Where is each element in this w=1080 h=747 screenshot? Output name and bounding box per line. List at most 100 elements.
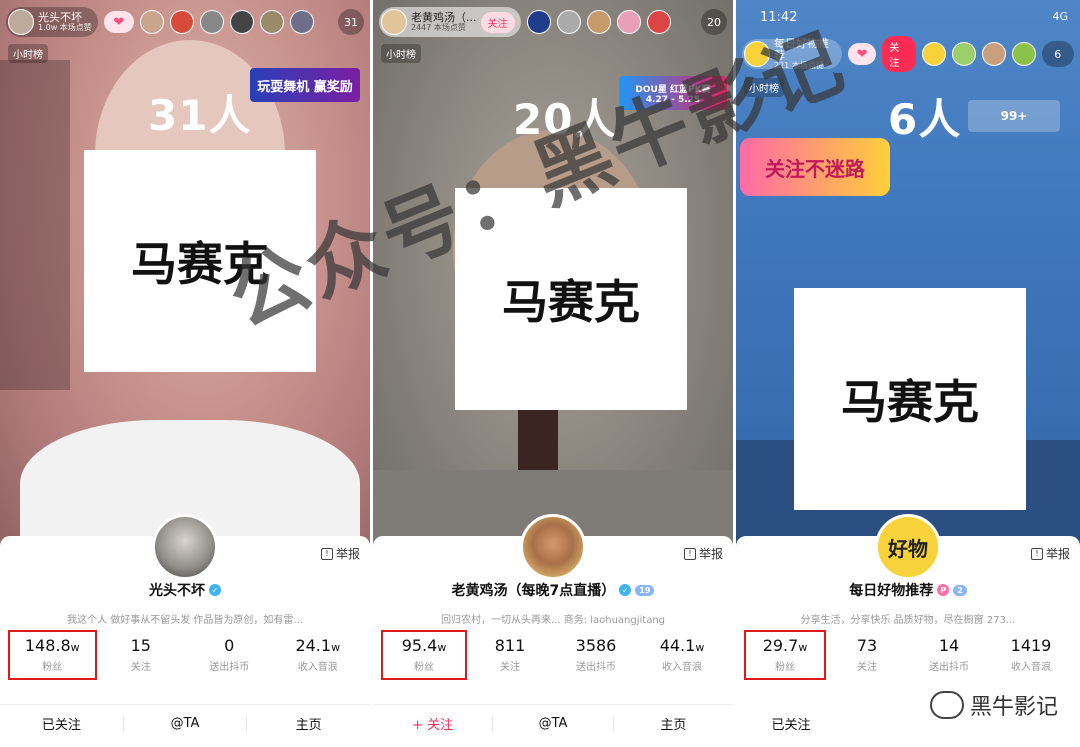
- rank-widget[interactable]: 99+: [968, 100, 1060, 132]
- stat-value: 73: [856, 636, 878, 655]
- viewer-count[interactable]: 31: [338, 9, 364, 35]
- stat-unit: w: [437, 641, 447, 654]
- panel-1: 光头不坏 1.0w 本场点赞 ❤ 31 小时榜 玩耍舞机 赢奖励 31人 马赛克…: [0, 0, 370, 747]
- viewer-avatar[interactable]: [616, 10, 641, 34]
- viewer-avatar[interactable]: [981, 42, 1006, 66]
- background-object: [0, 60, 70, 390]
- viewer-avatar[interactable]: [199, 10, 224, 34]
- stat-label: 收入音浪: [662, 662, 702, 673]
- report-button[interactable]: ! 举报: [1030, 545, 1070, 562]
- stat-income[interactable]: 24.1w 收入音浪: [274, 630, 363, 680]
- promo-banner[interactable]: 玩耍舞机 赢奖励: [250, 68, 360, 102]
- stat-coins-sent[interactable]: 14 送出抖币: [908, 630, 990, 680]
- store-badge-icon: P: [937, 584, 950, 596]
- follow-button[interactable]: 关注: [480, 11, 515, 33]
- profile-card: ! 举报 光头不坏 ✓ 我这个人 做好事从不留头发 作品皆为原创，如有雷... …: [0, 514, 370, 747]
- stat-followers[interactable]: 95.4w 粉丝: [381, 630, 467, 680]
- stat-coins-sent[interactable]: 3586 送出抖币: [553, 630, 639, 680]
- host-avatar[interactable]: [381, 9, 407, 35]
- viewer-avatar[interactable]: [139, 10, 164, 34]
- stat-value: 148.8: [24, 636, 71, 655]
- stat-value: 15: [130, 636, 151, 655]
- report-label: 举报: [335, 547, 360, 561]
- stat-value: 1419: [1010, 636, 1052, 655]
- followed-button[interactable]: 已关注: [736, 714, 846, 733]
- stat-label: 收入音浪: [297, 662, 338, 673]
- stat-coins-sent[interactable]: 0 送出抖币: [185, 630, 274, 680]
- stat-following[interactable]: 73 关注: [826, 630, 908, 680]
- host-name: 老黄鸡汤（...: [411, 10, 477, 24]
- stat-value: 3586: [575, 636, 617, 655]
- promo-sticker: 关注不迷路: [740, 138, 890, 196]
- wechat-label: 黑牛影记: [969, 695, 1058, 720]
- heart-icon[interactable]: ❤: [103, 11, 134, 33]
- viewer-count[interactable]: 20: [701, 9, 727, 35]
- mention-button[interactable]: @TA: [493, 716, 612, 731]
- profile-avatar[interactable]: 好物: [875, 514, 941, 580]
- follow-button[interactable]: + 关注: [373, 714, 492, 733]
- live-topbar: 老黄鸡汤（... 2447 本场点赞 关注 20: [379, 6, 727, 38]
- viewer-avatar[interactable]: [921, 42, 946, 66]
- profile-name-row: 老黄鸡汤（每晚7点直播） ✓ 19: [373, 580, 733, 600]
- viewer-avatar[interactable]: [586, 10, 611, 34]
- host-likes: 2447 本场点赞: [411, 22, 466, 32]
- stat-label: 收入音浪: [1011, 662, 1051, 673]
- stat-label: 粉丝: [42, 662, 63, 673]
- profile-bio: 回归农村，一切从头再来... 商务: laohuangjitang: [440, 615, 666, 626]
- profile-stats: 148.8w 粉丝 15 关注 0 送出抖币 24.1w 收入音浪: [8, 630, 362, 680]
- viewer-avatar[interactable]: [556, 10, 581, 34]
- homepage-button[interactable]: 主页: [247, 714, 370, 733]
- stat-label: 送出抖币: [576, 662, 616, 673]
- followed-button[interactable]: 已关注: [0, 714, 123, 733]
- viewer-avatar[interactable]: [646, 10, 671, 34]
- viewer-count-label: 6人: [888, 95, 962, 144]
- viewer-avatar[interactable]: [526, 10, 551, 34]
- profile-name-row: 光头不坏 ✓: [0, 580, 370, 600]
- mention-button[interactable]: @TA: [124, 716, 247, 731]
- hour-rank-tag[interactable]: 小时榜: [8, 44, 48, 63]
- hour-rank-tag[interactable]: 小时榜: [381, 44, 421, 63]
- stat-income[interactable]: 44.1w 收入音浪: [639, 630, 725, 680]
- heart-icon[interactable]: ❤: [847, 43, 877, 65]
- stat-value: 14: [938, 636, 960, 655]
- stat-label: 送出抖币: [929, 662, 969, 673]
- host-pill[interactable]: 老黄鸡汤（... 2447 本场点赞 关注: [379, 7, 521, 37]
- stat-following[interactable]: 811 关注: [467, 630, 553, 680]
- report-label: 举报: [698, 547, 723, 561]
- viewer-avatar[interactable]: [1011, 42, 1036, 66]
- viewer-avatar[interactable]: [951, 42, 976, 66]
- viewer-avatar[interactable]: [289, 10, 314, 34]
- stat-unit: w: [695, 641, 705, 654]
- report-button[interactable]: ! 举报: [683, 545, 723, 562]
- stat-label: 粉丝: [775, 662, 795, 673]
- profile-bio: 分享生活，分享快乐 品质好物，尽在橱窗 273...: [800, 615, 1016, 626]
- stat-followers[interactable]: 29.7w 粉丝: [744, 630, 826, 680]
- warning-icon: !: [320, 547, 333, 560]
- stat-followers[interactable]: 148.8w 粉丝: [8, 630, 97, 680]
- stat-label: 送出抖币: [209, 662, 250, 673]
- profile-card: ! 举报 老黄鸡汤（每晚7点直播） ✓ 19 回归农村，一切从头再来... 商务…: [373, 514, 733, 747]
- stat-label: 关注: [857, 662, 877, 673]
- verified-icon: ✓: [209, 584, 221, 596]
- profile-name: 每日好物推荐: [849, 583, 934, 599]
- host-pill[interactable]: 光头不坏 1.0w 本场点赞: [6, 7, 98, 37]
- mosaic-block: 马赛克: [794, 288, 1026, 510]
- stat-following[interactable]: 15 关注: [97, 630, 186, 680]
- homepage-button[interactable]: 主页: [614, 714, 733, 733]
- viewer-avatar[interactable]: [229, 10, 254, 34]
- host-avatar[interactable]: [8, 9, 34, 35]
- level-badge: 2: [953, 584, 967, 596]
- report-button[interactable]: ! 举报: [320, 545, 360, 562]
- profile-name: 老黄鸡汤（每晚7点直播）: [451, 583, 616, 599]
- follow-button[interactable]: 关注: [882, 36, 916, 72]
- profile-actions: + 关注 @TA 主页: [373, 704, 733, 742]
- viewer-avatar[interactable]: [169, 10, 194, 34]
- viewer-avatar[interactable]: [259, 10, 284, 34]
- network-indicator: 4G: [1052, 10, 1068, 23]
- profile-avatar[interactable]: [152, 514, 218, 580]
- stat-income[interactable]: 1419 收入音浪: [990, 630, 1072, 680]
- viewer-count[interactable]: 6: [1041, 41, 1074, 67]
- stat-value: 95.4: [401, 636, 438, 655]
- profile-avatar[interactable]: [520, 514, 586, 580]
- stat-unit: w: [798, 641, 808, 654]
